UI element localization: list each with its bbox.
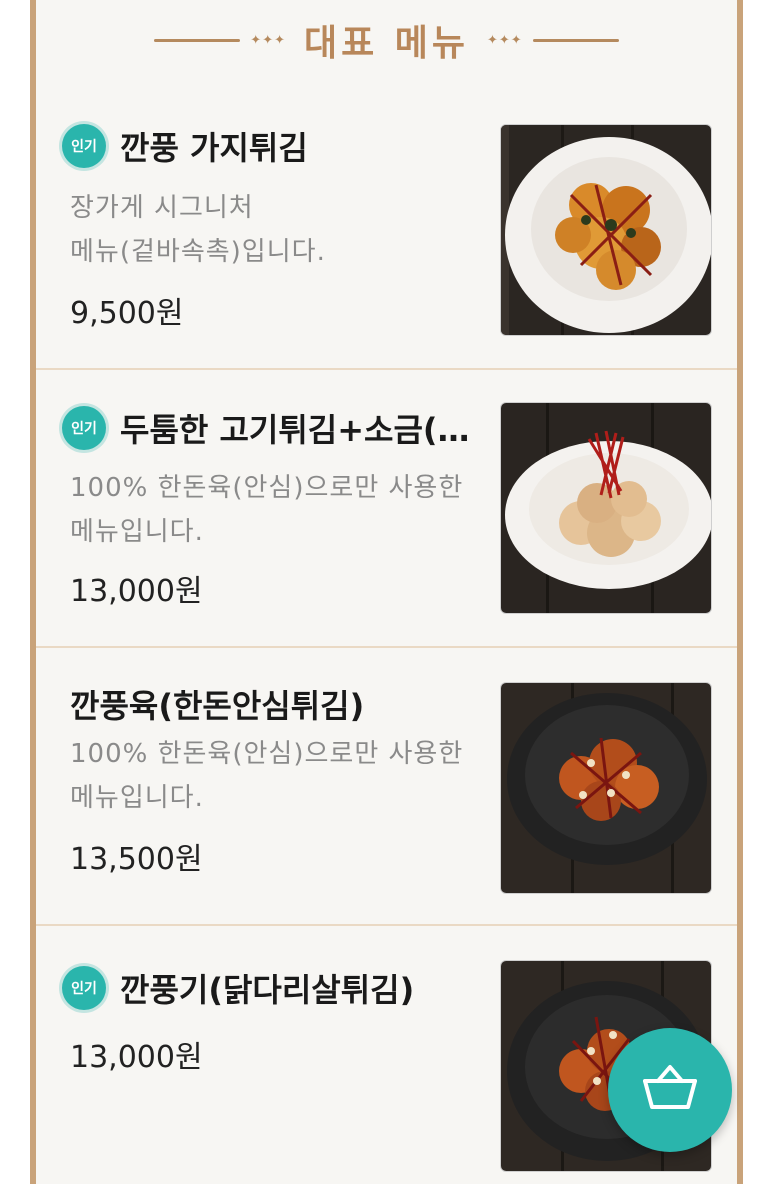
menu-item[interactable]: 인기 두툼한 고기튀김+소금(... 100% 한돈육(안심)으로만 사용한 메… [36,370,737,648]
item-price: 9,500원 [70,296,184,331]
item-description: 장가게 시그니처 메뉴(겉바속촉)입니다. [70,186,490,274]
food-photo [500,124,712,336]
item-description-line: 메뉴입니다. [70,783,204,813]
popular-badge: 인기 [62,124,106,168]
item-name: 깐풍육(한돈안심튀김) [70,687,365,725]
food-photo [500,682,712,894]
item-description-line: 장가게 시그니처 [70,193,254,223]
item-name: 깐풍기(닭다리살튀김) [120,971,415,1009]
item-description: 100% 한돈육(안심)으로만 사용한 메뉴입니다. [70,466,490,554]
decorative-line-left [154,38,241,42]
item-description-line: 100% 한돈육(안심)으로만 사용한 [70,739,464,769]
menu-item[interactable]: 깐풍육(한돈안심튀김) 100% 한돈육(안심)으로만 사용한 메뉴입니다. 1… [36,648,737,926]
item-price: 13,000원 [70,574,203,609]
item-title-row: 인기 깐풍 가지튀김 [62,122,308,170]
item-title-row: 깐풍육(한돈안심튀김) [62,680,364,728]
cart-button[interactable] [608,1028,732,1152]
item-price: 13,500원 [70,842,203,877]
menu-item[interactable]: 인기 깐풍 가지튀김 장가게 시그니처 메뉴(겉바속촉)입니다. 9,500원 [36,92,737,370]
popular-badge: 인기 [62,406,106,450]
item-description: 100% 한돈육(안심)으로만 사용한 메뉴입니다. [70,732,490,820]
popular-badge: 인기 [62,966,106,1010]
page: ✦✦✦ 대표 메뉴 ✦✦✦ 인기 깐풍 가지튀김 장가게 시그니처 메뉴(겉바속… [0,0,773,1184]
food-photo [500,402,712,614]
item-title-row: 인기 깐풍기(닭다리살튀김) [62,964,414,1012]
section-title: 대표 메뉴 [303,23,469,64]
item-name: 깐풍 가지튀김 [120,129,308,167]
item-description-line: 메뉴입니다. [70,517,204,547]
shopping-basket-icon [641,1063,699,1117]
item-price: 13,000원 [70,1040,203,1075]
decorative-diamonds-left: ✦✦✦ [250,32,286,48]
menu-frame: ✦✦✦ 대표 메뉴 ✦✦✦ 인기 깐풍 가지튀김 장가게 시그니처 메뉴(겉바속… [30,0,743,1184]
section-header: ✦✦✦ 대표 메뉴 ✦✦✦ [36,14,737,66]
decorative-diamonds-right: ✦✦✦ [487,32,523,48]
item-description-line: 메뉴(겉바속촉)입니다. [70,237,326,267]
item-name: 두툼한 고기튀김+소금(... [120,411,470,449]
item-title-row: 인기 두툼한 고기튀김+소금(... [62,404,470,452]
decorative-line-right [532,38,619,42]
item-description-line: 100% 한돈육(안심)으로만 사용한 [70,473,464,503]
